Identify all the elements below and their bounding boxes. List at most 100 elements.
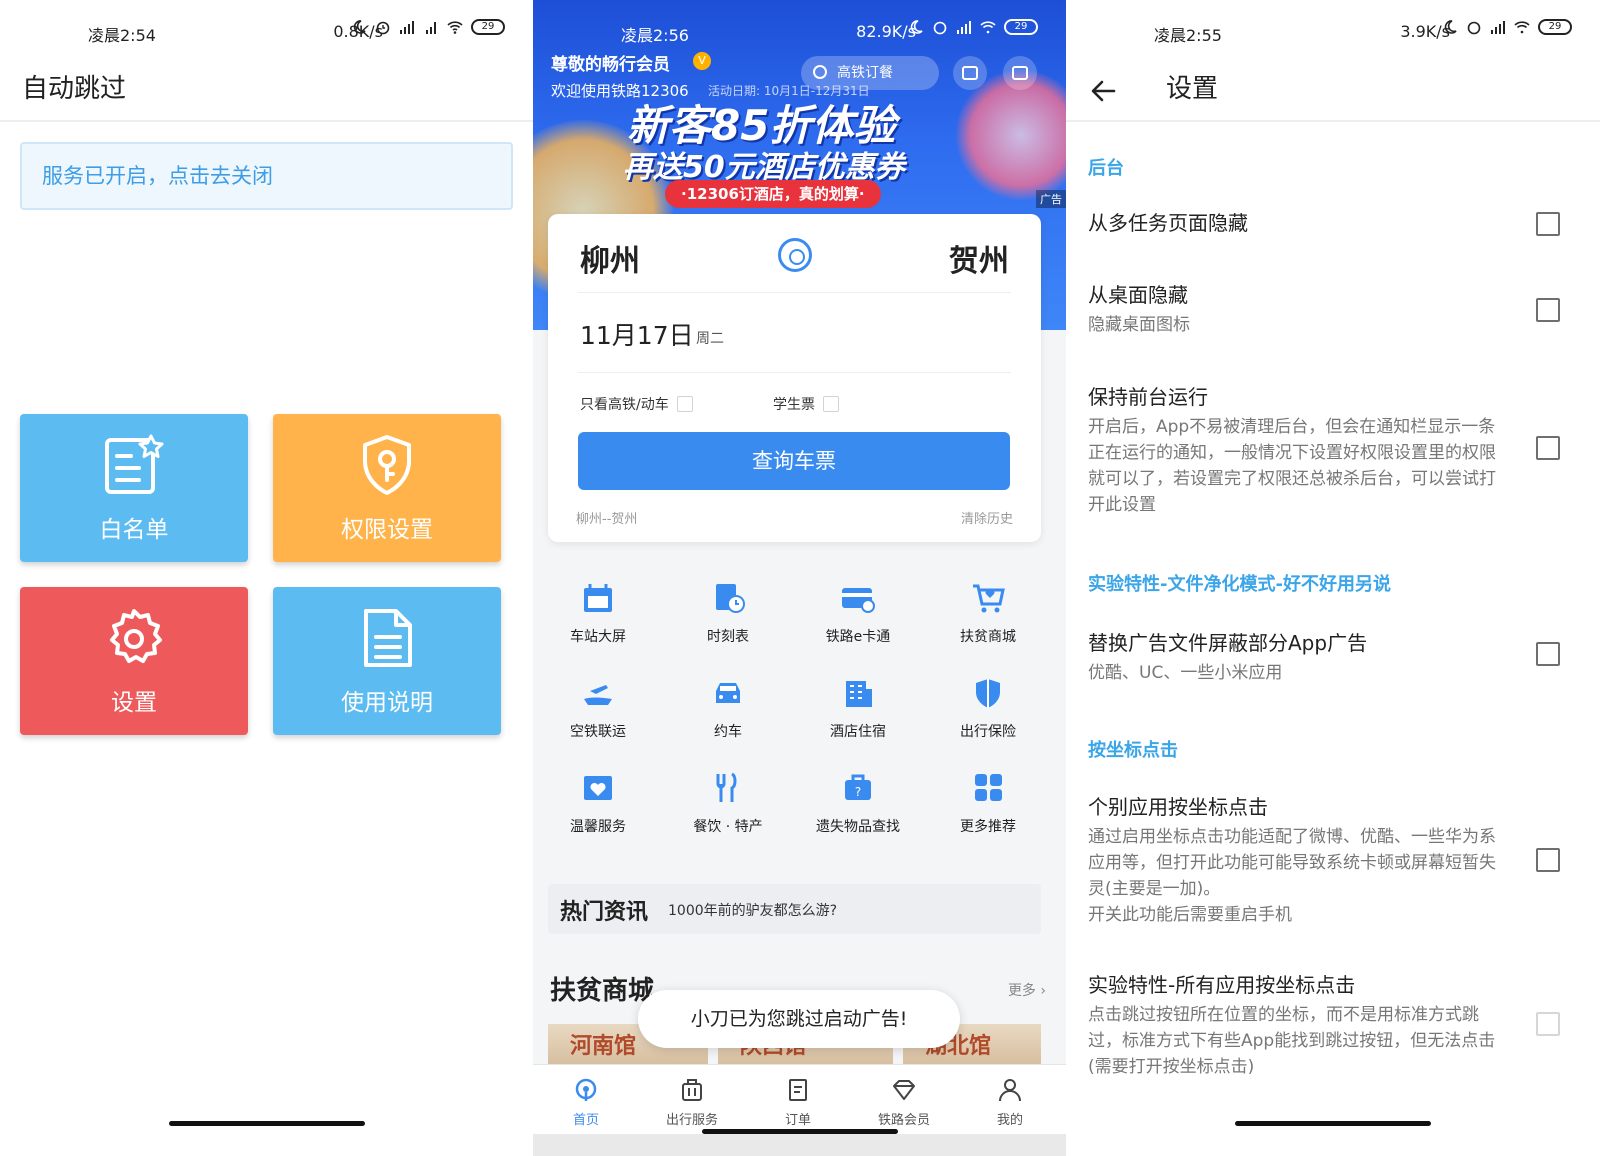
document-icon <box>364 609 412 667</box>
status-bar: 凌晨2:55 3.9K/s 29 <box>1066 0 1600 60</box>
whitelist-tile[interactable]: 白名单 <box>20 414 248 562</box>
student-ticket-checkbox[interactable] <box>823 396 839 412</box>
manual-tile[interactable]: 使用说明 <box>273 587 501 735</box>
service-insurance[interactable]: 出行保险 <box>923 677 1053 741</box>
diamond-icon <box>893 1080 915 1100</box>
shield-key-icon <box>363 435 411 495</box>
high-speed-only-checkbox[interactable] <box>676 396 693 412</box>
signal-icon <box>1491 21 1505 34</box>
shield-icon <box>976 679 1000 708</box>
service-more[interactable]: 更多推荐 <box>923 772 1053 836</box>
luggage-icon <box>682 1079 702 1101</box>
high-speed-only-option[interactable]: 只看高铁/动车 <box>580 394 693 414</box>
service-care[interactable]: 温馨服务 <box>533 772 663 836</box>
wifi-icon <box>1514 21 1530 34</box>
user-icon <box>999 1079 1021 1102</box>
home-icon <box>575 1078 597 1101</box>
service-toggle-banner[interactable]: 服务已开启，点击去关闭 <box>20 142 513 210</box>
student-ticket-option[interactable]: 学生票 <box>773 394 839 414</box>
settings-tile[interactable]: 设置 <box>20 587 248 735</box>
hide-recents-checkbox[interactable] <box>1536 212 1560 236</box>
skip-ad-toast: 小刀已为您跳过启动广告! <box>638 990 960 1048</box>
alarm-icon <box>1467 21 1481 35</box>
all-coord-click-checkbox <box>1536 1012 1560 1036</box>
divider <box>578 372 1011 373</box>
home-indicator[interactable] <box>1235 1121 1431 1126</box>
pref-app-coord-click[interactable]: 个别应用按坐标点击 通过启用坐标点击功能适配了微博、优酷、一些华为系应用等，但打… <box>1088 792 1508 928</box>
railway-12306-home-screen: 尊敬的畅行会员 V 欢迎使用铁路12306 活动日期: 10月1日-12月31日… <box>533 0 1066 1156</box>
travel-date[interactable]: 11月17日 <box>580 316 694 352</box>
battery-icon: 29 <box>1538 19 1572 35</box>
status-bar: 凌晨2:56 82.9K/s 29 <box>533 0 1066 60</box>
clear-history-button[interactable]: 清除历史 <box>961 508 1013 527</box>
manual-label: 使用说明 <box>341 690 433 716</box>
building-icon <box>846 681 872 707</box>
service-lost-found[interactable]: ? 遗失物品查找 <box>793 772 923 836</box>
nav-profile[interactable]: 我的 <box>957 1077 1063 1128</box>
service-timetable[interactable]: 时刻表 <box>663 582 793 646</box>
permission-settings-label: 权限设置 <box>341 517 433 543</box>
service-station-screen[interactable]: 车站大屏 <box>533 582 663 646</box>
battery-icon: 29 <box>1004 19 1038 35</box>
signal-hd-icon <box>426 22 436 34</box>
app-bar: 自动跳过 <box>0 60 533 122</box>
service-grid: 车站大屏 时刻表 铁路e卡通 扶贫商城 空铁联运 约车 酒店住宿 出行保险 温馨… <box>533 582 1066 862</box>
whitelist-label: 白名单 <box>99 517 169 543</box>
moon-icon <box>353 20 366 34</box>
search-placeholder: 高铁订餐 <box>837 65 893 81</box>
departure-city[interactable]: 柳州 <box>580 236 640 280</box>
permission-settings-tile[interactable]: 权限设置 <box>273 414 501 562</box>
ad-tag: 广告 <box>1036 190 1066 208</box>
service-ecard[interactable]: 铁路e卡通 <box>793 582 923 646</box>
service-hotel[interactable]: 酒店住宿 <box>793 677 923 741</box>
plane-train-icon <box>584 685 612 705</box>
query-tickets-button[interactable]: 查询车票 <box>578 432 1010 490</box>
search-history-item[interactable]: 柳州--贺州 <box>576 508 637 527</box>
section-coord-click: 按坐标点击 <box>1088 740 1178 761</box>
scan-button[interactable] <box>953 56 987 90</box>
service-food[interactable]: 餐饮 · 特产 <box>663 772 793 836</box>
cart-icon <box>973 584 1005 613</box>
home-indicator[interactable] <box>168 1121 365 1126</box>
bottom-navigation: 首页 出行服务 订单 铁路会员 我的 <box>533 1064 1066 1134</box>
status-time: 凌晨2:54 <box>88 26 156 45</box>
hot-news-strip[interactable]: 热门资讯 1000年前的驴友都怎么游? <box>548 884 1041 934</box>
pref-hide-desktop[interactable]: 从桌面隐藏 隐藏桌面图标 <box>1088 280 1508 338</box>
arrival-city[interactable]: 贺州 <box>949 236 1009 280</box>
pref-replace-ad-file[interactable]: 替换广告文件屏蔽部分App广告 优酷、UC、一些小米应用 <box>1088 628 1508 686</box>
pref-all-coord-click: 实验特性-所有应用按坐标点击 点击跳过按钮所在位置的坐标，而不是用标准方式跳过，… <box>1088 973 1496 1077</box>
calendar-icon <box>584 584 612 612</box>
replace-ad-file-checkbox[interactable] <box>1536 642 1560 666</box>
travel-weekday: 周二 <box>696 331 724 347</box>
service-poverty-mall[interactable]: 扶贫商城 <box>923 582 1053 646</box>
gesture-area <box>533 1134 1066 1156</box>
page-title: 自动跳过 <box>22 74 127 104</box>
moon-icon <box>1444 20 1457 34</box>
divider <box>578 292 1011 293</box>
service-air-rail[interactable]: 空铁联运 <box>533 677 663 741</box>
swap-cities-icon[interactable] <box>778 238 812 272</box>
hot-news-title: 热门资讯 <box>560 899 649 925</box>
grid-icon <box>975 774 1002 801</box>
fork-knife-icon <box>716 772 737 802</box>
status-icons: 29 <box>1442 19 1572 35</box>
message-button[interactable] <box>1003 56 1037 90</box>
auto-skip-screen: 凌晨2:54 0.8K/s 29 自动跳过 服务已开启，点击去关闭 白名单 权限… <box>0 0 533 1156</box>
pref-keep-foreground[interactable]: 保持前台运行 开启后，App不易被清理后台，但会在通知栏显示一条正在运行的通知，… <box>1088 382 1508 518</box>
mall-more-link[interactable]: 更多 › <box>1008 980 1046 1000</box>
hide-desktop-checkbox[interactable] <box>1536 298 1560 322</box>
service-ride-hailing[interactable]: 约车 <box>663 677 793 741</box>
nav-membership[interactable]: 铁路会员 <box>851 1077 957 1128</box>
alarm-icon <box>933 21 947 35</box>
pref-hide-recents[interactable]: 从多任务页面隐藏 <box>1088 208 1508 238</box>
home-indicator[interactable] <box>701 1129 898 1134</box>
nav-travel-service[interactable]: 出行服务 <box>639 1077 745 1128</box>
alarm-icon <box>376 21 390 35</box>
nav-home[interactable]: 首页 <box>533 1077 639 1128</box>
status-icons: 29 <box>908 19 1038 35</box>
nav-orders[interactable]: 订单 <box>745 1077 851 1128</box>
back-arrow-icon[interactable] <box>1088 76 1118 106</box>
keep-foreground-checkbox[interactable] <box>1536 436 1560 460</box>
search-box[interactable]: 高铁订餐 <box>801 56 939 90</box>
app-coord-click-checkbox[interactable] <box>1536 848 1560 872</box>
